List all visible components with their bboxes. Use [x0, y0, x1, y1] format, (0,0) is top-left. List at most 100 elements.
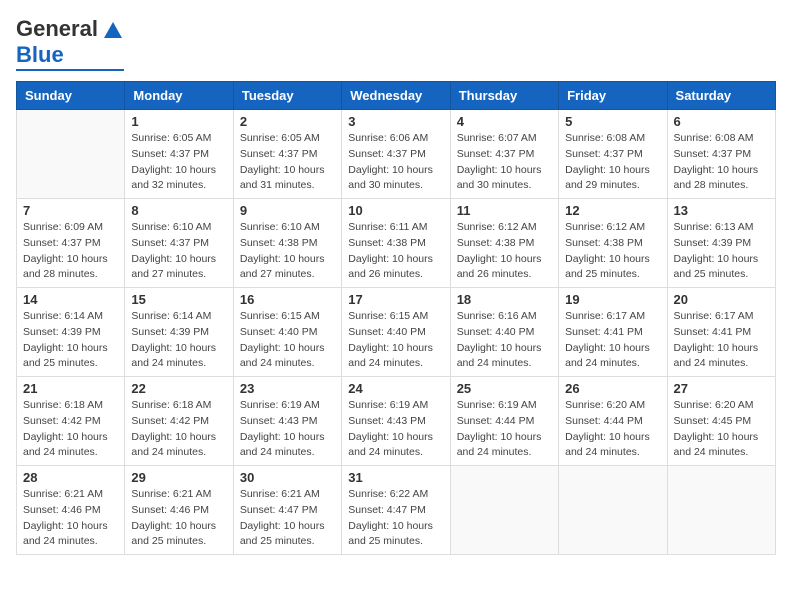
calendar-cell: 25 Sunrise: 6:19 AM Sunset: 4:44 PM Dayli… — [450, 377, 558, 466]
day-number: 26 — [565, 381, 660, 396]
day-info: Sunrise: 6:22 AM Sunset: 4:47 PM Dayligh… — [348, 487, 443, 550]
calendar-cell: 12 Sunrise: 6:12 AM Sunset: 4:38 PM Dayli… — [559, 199, 667, 288]
calendar-cell — [17, 110, 125, 199]
calendar-cell: 29 Sunrise: 6:21 AM Sunset: 4:46 PM Dayli… — [125, 466, 233, 555]
calendar-cell: 28Sunrise: 6:21 AM Sunset: 4:46 PM Dayli… — [17, 466, 125, 555]
day-info: Sunrise: 6:13 AM Sunset: 4:39 PM Dayligh… — [674, 220, 769, 283]
calendar-cell: 7Sunrise: 6:09 AM Sunset: 4:37 PM Daylig… — [17, 199, 125, 288]
day-number: 31 — [348, 470, 443, 485]
calendar-cell: 8 Sunrise: 6:10 AM Sunset: 4:37 PM Daylig… — [125, 199, 233, 288]
day-number: 11 — [457, 203, 552, 218]
day-info: Sunrise: 6:06 AM Sunset: 4:37 PM Dayligh… — [348, 131, 443, 194]
day-info: Sunrise: 6:08 AM Sunset: 4:37 PM Dayligh… — [674, 131, 769, 194]
day-number: 9 — [240, 203, 335, 218]
calendar-week-row: 14 Sunrise: 6:14 AM Sunset: 4:39 PM Dayli… — [17, 288, 776, 377]
day-number: 14 — [23, 292, 118, 307]
calendar-week-row: 1 Sunrise: 6:05 AM Sunset: 4:37 PM Daylig… — [17, 110, 776, 199]
day-number: 1 — [131, 114, 226, 129]
day-number: 3 — [348, 114, 443, 129]
calendar-cell: 30Sunrise: 6:21 AM Sunset: 4:47 PM Dayli… — [233, 466, 341, 555]
day-info: Sunrise: 6:10 AM Sunset: 4:38 PM Dayligh… — [240, 220, 335, 283]
day-number: 28 — [23, 470, 118, 485]
day-info: Sunrise: 6:08 AM Sunset: 4:37 PM Dayligh… — [565, 131, 660, 194]
day-info: Sunrise: 6:19 AM Sunset: 4:43 PM Dayligh… — [240, 398, 335, 461]
day-info: Sunrise: 6:20 AM Sunset: 4:45 PM Dayligh… — [674, 398, 769, 461]
day-info: Sunrise: 6:10 AM Sunset: 4:37 PM Dayligh… — [131, 220, 226, 283]
day-number: 4 — [457, 114, 552, 129]
day-info: Sunrise: 6:20 AM Sunset: 4:44 PM Dayligh… — [565, 398, 660, 461]
day-info: Sunrise: 6:18 AM Sunset: 4:42 PM Dayligh… — [23, 398, 118, 461]
calendar-cell: 16Sunrise: 6:15 AM Sunset: 4:40 PM Dayli… — [233, 288, 341, 377]
page-header: General Blue — [16, 16, 776, 71]
day-info: Sunrise: 6:15 AM Sunset: 4:40 PM Dayligh… — [348, 309, 443, 372]
calendar-cell: 10 Sunrise: 6:11 AM Sunset: 4:38 PM Dayli… — [342, 199, 450, 288]
day-number: 6 — [674, 114, 769, 129]
calendar-cell: 2 Sunrise: 6:05 AM Sunset: 4:37 PM Daylig… — [233, 110, 341, 199]
day-number: 29 — [131, 470, 226, 485]
calendar-cell: 6 Sunrise: 6:08 AM Sunset: 4:37 PM Daylig… — [667, 110, 775, 199]
day-number: 23 — [240, 381, 335, 396]
column-header-sunday: Sunday — [17, 82, 125, 110]
day-info: Sunrise: 6:14 AM Sunset: 4:39 PM Dayligh… — [23, 309, 118, 372]
day-number: 15 — [131, 292, 226, 307]
day-info: Sunrise: 6:19 AM Sunset: 4:43 PM Dayligh… — [348, 398, 443, 461]
day-number: 8 — [131, 203, 226, 218]
day-info: Sunrise: 6:09 AM Sunset: 4:37 PM Dayligh… — [23, 220, 118, 283]
day-number: 27 — [674, 381, 769, 396]
day-number: 17 — [348, 292, 443, 307]
column-header-tuesday: Tuesday — [233, 82, 341, 110]
calendar-cell: 5 Sunrise: 6:08 AM Sunset: 4:37 PM Daylig… — [559, 110, 667, 199]
day-number: 2 — [240, 114, 335, 129]
calendar-cell: 20 Sunrise: 6:17 AM Sunset: 4:41 PM Dayli… — [667, 288, 775, 377]
calendar-cell: 19 Sunrise: 6:17 AM Sunset: 4:41 PM Dayli… — [559, 288, 667, 377]
day-info: Sunrise: 6:21 AM Sunset: 4:46 PM Dayligh… — [131, 487, 226, 550]
day-number: 24 — [348, 381, 443, 396]
day-number: 10 — [348, 203, 443, 218]
day-info: Sunrise: 6:12 AM Sunset: 4:38 PM Dayligh… — [565, 220, 660, 283]
calendar-cell: 11 Sunrise: 6:12 AM Sunset: 4:38 PM Dayli… — [450, 199, 558, 288]
day-info: Sunrise: 6:17 AM Sunset: 4:41 PM Dayligh… — [565, 309, 660, 372]
day-number: 20 — [674, 292, 769, 307]
calendar-header-row: SundayMondayTuesdayWednesdayThursdayFrid… — [17, 82, 776, 110]
logo-general: General — [16, 16, 98, 42]
day-info: Sunrise: 6:14 AM Sunset: 4:39 PM Dayligh… — [131, 309, 226, 372]
calendar-cell: 4 Sunrise: 6:07 AM Sunset: 4:37 PM Daylig… — [450, 110, 558, 199]
day-info: Sunrise: 6:17 AM Sunset: 4:41 PM Dayligh… — [674, 309, 769, 372]
day-info: Sunrise: 6:12 AM Sunset: 4:38 PM Dayligh… — [457, 220, 552, 283]
calendar-cell: 27 Sunrise: 6:20 AM Sunset: 4:45 PM Dayli… — [667, 377, 775, 466]
calendar-cell — [667, 466, 775, 555]
calendar-cell: 24 Sunrise: 6:19 AM Sunset: 4:43 PM Dayli… — [342, 377, 450, 466]
day-info: Sunrise: 6:19 AM Sunset: 4:44 PM Dayligh… — [457, 398, 552, 461]
calendar-table: SundayMondayTuesdayWednesdayThursdayFrid… — [16, 81, 776, 555]
day-number: 21 — [23, 381, 118, 396]
day-number: 18 — [457, 292, 552, 307]
calendar-cell: 18Sunrise: 6:16 AM Sunset: 4:40 PM Dayli… — [450, 288, 558, 377]
calendar-week-row: 28 Sunrise: 6:21 AM Sunset: 4:46 PM Dayli… — [17, 466, 776, 555]
day-number: 19 — [565, 292, 660, 307]
day-number: 5 — [565, 114, 660, 129]
calendar-cell: 17 Sunrise: 6:15 AM Sunset: 4:40 PM Dayli… — [342, 288, 450, 377]
calendar-cell: 26 Sunrise: 6:20 AM Sunset: 4:44 PM Dayli… — [559, 377, 667, 466]
calendar-cell: 3 Sunrise: 6:06 AM Sunset: 4:37 PM Daylig… — [342, 110, 450, 199]
column-header-saturday: Saturday — [667, 82, 775, 110]
logo: General Blue — [16, 16, 124, 71]
day-info: Sunrise: 6:11 AM Sunset: 4:38 PM Dayligh… — [348, 220, 443, 283]
day-number: 12 — [565, 203, 660, 218]
day-info: Sunrise: 6:07 AM Sunset: 4:37 PM Dayligh… — [457, 131, 552, 194]
day-info: Sunrise: 6:21 AM Sunset: 4:47 PM Dayligh… — [240, 487, 335, 550]
logo-blue: Blue — [16, 42, 64, 67]
logo-flag-icon — [102, 20, 124, 38]
calendar-cell: 1Sunrise: 6:05 AM Sunset: 4:37 PM Daylig… — [125, 110, 233, 199]
calendar-cell: 9 Sunrise: 6:10 AM Sunset: 4:38 PM Daylig… — [233, 199, 341, 288]
calendar-cell: 31 Sunrise: 6:22 AM Sunset: 4:47 PM Dayli… — [342, 466, 450, 555]
calendar-week-row: 7Sunrise: 6:09 AM Sunset: 4:37 PM Daylig… — [17, 199, 776, 288]
day-number: 13 — [674, 203, 769, 218]
day-info: Sunrise: 6:05 AM Sunset: 4:37 PM Dayligh… — [240, 131, 335, 194]
calendar-week-row: 21 Sunrise: 6:18 AM Sunset: 4:42 PM Dayli… — [17, 377, 776, 466]
logo-underline — [16, 69, 124, 71]
calendar-cell: 14 Sunrise: 6:14 AM Sunset: 4:39 PM Dayli… — [17, 288, 125, 377]
calendar-cell — [559, 466, 667, 555]
column-header-wednesday: Wednesday — [342, 82, 450, 110]
column-header-friday: Friday — [559, 82, 667, 110]
day-number: 25 — [457, 381, 552, 396]
